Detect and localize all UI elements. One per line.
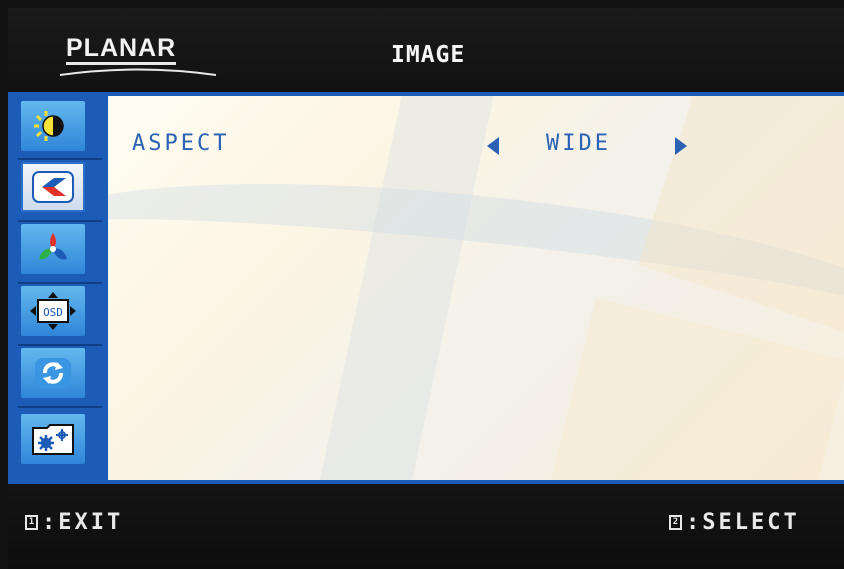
image-settings-icon bbox=[21, 162, 85, 212]
previous-value-arrow-icon[interactable] bbox=[487, 137, 499, 155]
advanced-settings-icon bbox=[21, 414, 85, 464]
select-hint[interactable]: 2 :SELECT bbox=[669, 510, 800, 535]
aspect-setting-value[interactable]: WIDE bbox=[546, 131, 611, 156]
sidebar-item-image[interactable] bbox=[8, 162, 108, 222]
menu-title: IMAGE bbox=[391, 42, 466, 68]
next-value-arrow-icon[interactable] bbox=[675, 137, 687, 155]
exit-hint[interactable]: 1 :EXIT bbox=[25, 510, 123, 535]
reset-icon bbox=[21, 348, 85, 398]
sidebar-item-advanced[interactable] bbox=[8, 410, 108, 470]
sidebar-divider bbox=[18, 406, 102, 408]
color-icon bbox=[21, 224, 85, 274]
sidebar-divider bbox=[18, 220, 102, 222]
sidebar-item-reset[interactable] bbox=[8, 348, 108, 408]
key-1-icon: 1 bbox=[25, 515, 38, 530]
osd-sidebar: OSD bbox=[8, 96, 108, 480]
logo-swoosh-icon bbox=[59, 68, 217, 76]
osd-header: PLANAR IMAGE bbox=[8, 8, 844, 92]
osd-screen: PLANAR IMAGE OSD ASPECT WIDE 1:EXIT 2:… bbox=[0, 0, 844, 569]
exit-label: :EXIT bbox=[42, 510, 124, 535]
svg-text:OSD: OSD bbox=[43, 306, 63, 319]
key-2-icon: 2 bbox=[669, 515, 682, 530]
select-label: :SELECT bbox=[686, 510, 800, 535]
sidebar-divider bbox=[18, 344, 102, 346]
sidebar-item-brightness-contrast[interactable] bbox=[8, 101, 108, 161]
brand-logo: PLANAR bbox=[66, 36, 177, 65]
sidebar-divider bbox=[18, 158, 102, 160]
sidebar-item-osd[interactable]: OSD bbox=[8, 286, 108, 346]
sidebar-divider bbox=[18, 282, 102, 284]
brightness-contrast-icon bbox=[21, 101, 85, 151]
sidebar-item-color[interactable] bbox=[8, 224, 108, 284]
aspect-setting-label: ASPECT bbox=[132, 131, 230, 156]
osd-position-icon: OSD bbox=[21, 286, 85, 336]
